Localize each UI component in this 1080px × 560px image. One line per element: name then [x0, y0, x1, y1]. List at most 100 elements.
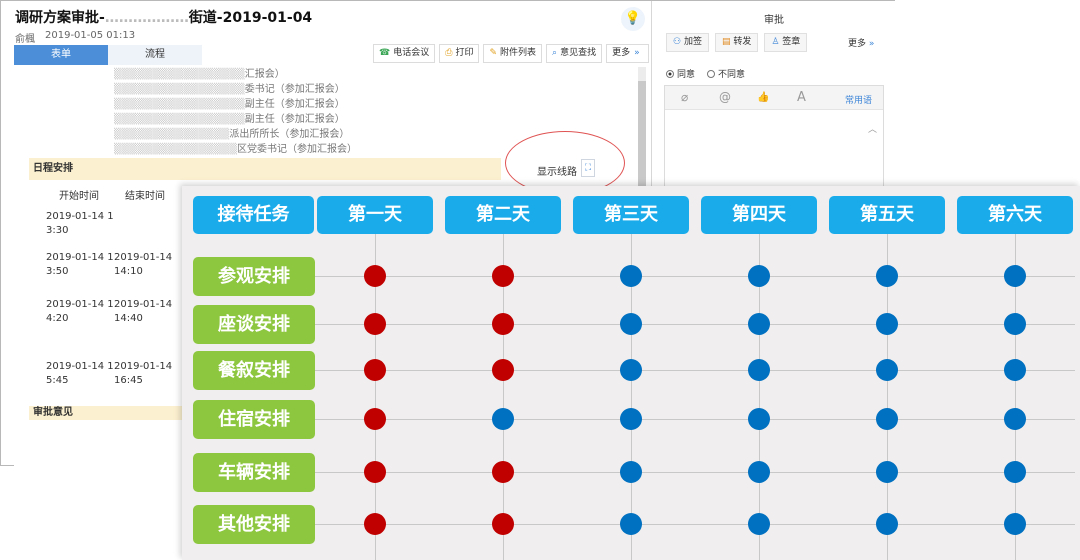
red-status-dot: [492, 265, 514, 287]
red-status-dot: [364, 265, 386, 287]
search-icon: ⌕: [552, 48, 558, 58]
end-time-cell: 2019-01-14 16:45: [114, 361, 173, 386]
route-icon[interactable]: ⛶: [581, 159, 595, 177]
task-label: 住宿安排: [193, 400, 315, 439]
attachment-list-button[interactable]: ✎ 附件列表: [483, 44, 543, 63]
day-header: 第一天: [317, 196, 433, 234]
corner-label: 接待任务: [193, 196, 314, 234]
approval-options: 同意 不同意: [666, 67, 745, 80]
grid-horizontal-line: [315, 419, 1075, 420]
attendee-line: ▒▒▒▒▒▒▒▒▒▒▒▒▒▒▒▒▒副主任（参加汇报会）: [114, 114, 345, 125]
lightbulb-icon[interactable]: 💡: [621, 7, 645, 31]
seal-button[interactable]: ♙ 签章: [764, 33, 808, 52]
task-label: 其他安排: [193, 505, 315, 544]
blue-status-dot: [620, 313, 642, 335]
agree-radio[interactable]: 同意: [666, 67, 695, 80]
attendee-line: ▒▒▒▒▒▒▒▒▒▒▒▒▒▒▒▒▒副主任（参加汇报会）: [114, 99, 345, 110]
blue-status-dot: [876, 265, 898, 287]
blue-status-dot: [1004, 461, 1026, 483]
blue-status-dot: [620, 408, 642, 430]
grid-horizontal-line: [315, 524, 1075, 525]
red-status-dot: [364, 408, 386, 430]
reception-schedule-grid: 接待任务 第一天 第二天 第三天 第四天 第五天 第六天 参观安排座谈安排餐叙安排住宿安排…: [182, 186, 1080, 560]
red-status-dot: [492, 461, 514, 483]
blue-status-dot: [748, 408, 770, 430]
mention-icon[interactable]: @: [719, 90, 731, 104]
attachment-icon: ✎: [489, 48, 497, 58]
forward-button[interactable]: ▤ 转发: [714, 33, 759, 52]
opinion-search-button[interactable]: ⌕ 意见查找: [546, 44, 603, 63]
day-header: 第二天: [445, 196, 561, 234]
blue-status-dot: [620, 513, 642, 535]
task-label: 参观安排: [193, 257, 315, 296]
day-header: 第三天: [573, 196, 689, 234]
red-status-dot: [492, 513, 514, 535]
day-header: 第四天: [701, 196, 817, 234]
day-header: 第五天: [829, 196, 945, 234]
like-icon[interactable]: 👍: [757, 92, 769, 103]
blue-status-dot: [748, 313, 770, 335]
drafter-name: 俞楓: [15, 34, 35, 45]
add-signer-button[interactable]: ⚇ 加签: [666, 33, 709, 52]
red-status-dot: [364, 359, 386, 381]
blue-status-dot: [876, 513, 898, 535]
task-label: 车辆安排: [193, 453, 315, 492]
red-status-dot: [364, 461, 386, 483]
task-label: 座谈安排: [193, 305, 315, 344]
approval-more-button[interactable]: 更多 »: [848, 36, 874, 49]
tab-flow[interactable]: 流程: [108, 45, 202, 65]
grid-horizontal-line: [315, 324, 1075, 325]
draft-date: 2019-01-05 01:13: [45, 30, 136, 41]
blue-status-dot: [876, 313, 898, 335]
grid-horizontal-line: [315, 472, 1075, 473]
blue-status-dot: [748, 265, 770, 287]
start-time-cell: 2019-01-14 1 3:50: [46, 252, 114, 277]
tab-form[interactable]: 表单: [14, 45, 108, 65]
end-time-cell: 2019-01-14 14:40: [114, 299, 173, 324]
document-title: 调研方案审批-………………街道-2019-01-04: [15, 10, 313, 26]
attendee-line: ▒▒▒▒▒▒▒▒▒▒▒▒▒▒▒▒▒委书记（参加汇报会）: [114, 84, 345, 95]
blue-status-dot: [1004, 265, 1026, 287]
common-phrases-link[interactable]: 常用语: [845, 93, 872, 106]
attendee-line: ▒▒▒▒▒▒▒▒▒▒▒▒▒▒▒派出所所长（参加汇报会）: [114, 129, 350, 140]
red-status-dot: [364, 513, 386, 535]
blue-status-dot: [620, 265, 642, 287]
phone-meeting-button[interactable]: ☎ 电话会议: [373, 44, 436, 63]
blue-status-dot: [1004, 408, 1026, 430]
attachment-icon[interactable]: ⌀: [681, 90, 688, 104]
approval-title: 审批: [764, 15, 784, 26]
radio-selected-icon: [666, 70, 674, 78]
day-header: 第六天: [957, 196, 1073, 234]
font-icon[interactable]: A: [797, 90, 806, 105]
blue-status-dot: [620, 359, 642, 381]
grid-horizontal-line: [315, 276, 1075, 277]
attendee-list: ▒▒▒▒▒▒▒▒▒▒▒▒▒▒▒▒▒汇报会） ▒▒▒▒▒▒▒▒▒▒▒▒▒▒▒▒▒委…: [114, 67, 357, 157]
task-label: 餐叙安排: [193, 351, 315, 390]
column-header-start: 开始时间: [59, 191, 99, 202]
add-signer-icon: ⚇: [673, 37, 684, 47]
disagree-radio[interactable]: 不同意: [707, 67, 745, 80]
print-button[interactable]: ⎙ 打印: [439, 44, 480, 63]
blue-status-dot: [492, 408, 514, 430]
seal-icon: ♙: [771, 37, 783, 47]
chevron-down-icon: »: [634, 48, 640, 58]
attendee-line: ▒▒▒▒▒▒▒▒▒▒▒▒▒▒▒▒▒汇报会）: [114, 69, 285, 80]
blue-status-dot: [876, 461, 898, 483]
forward-icon: ▤: [721, 37, 734, 47]
show-route-label: 显示线路: [537, 167, 577, 178]
start-time-cell: 2019-01-14 1 4:20: [46, 299, 114, 324]
editor-toolbar: ⌀ @ 👍 A 常用语: [665, 86, 883, 110]
chevron-up-icon[interactable]: ︿: [868, 122, 877, 135]
toolbar: ☎ 电话会议 ⎙ 打印 ✎ 附件列表 ⌕ 意见查找 更多»: [373, 44, 649, 63]
blue-status-dot: [1004, 513, 1026, 535]
more-button[interactable]: 更多»: [606, 44, 649, 63]
blue-status-dot: [876, 408, 898, 430]
start-time-cell: 2019-01-14 1 3:30: [46, 211, 114, 236]
phone-icon: ☎: [379, 48, 391, 58]
chevron-down-icon: »: [868, 39, 875, 49]
blue-status-dot: [748, 461, 770, 483]
print-icon: ⎙: [445, 48, 453, 58]
blue-status-dot: [876, 359, 898, 381]
red-status-dot: [492, 313, 514, 335]
attendee-line: ▒▒▒▒▒▒▒▒▒▒▒▒▒▒▒▒区党委书记（参加汇报会）: [114, 144, 358, 155]
